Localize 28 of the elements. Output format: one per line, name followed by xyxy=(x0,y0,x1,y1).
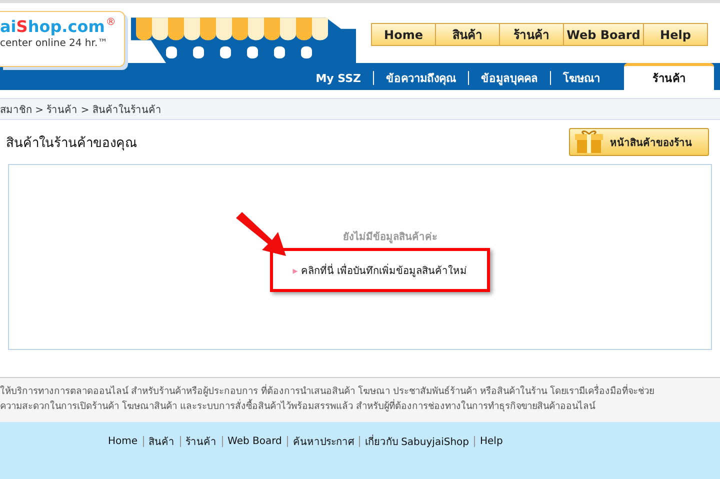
gift-box-icon xyxy=(574,130,604,154)
nav-button[interactable]: Web Board xyxy=(563,24,643,45)
footer-link[interactable]: เกี่ยวกับ SabuyjaiShop xyxy=(364,434,469,449)
nav-tab[interactable]: ข้อความถึงคุณ xyxy=(374,66,468,90)
nav-tab[interactable]: ข้อมูลบุคคล xyxy=(469,66,550,90)
page-title: สินค้าในร้านค้าของคุณ xyxy=(6,134,137,152)
nav-tab[interactable]: My SSZ xyxy=(304,66,373,90)
add-product-link[interactable]: ▸ คลิกที่นี่ เพื่อบันทึกเพิ่มข้อมูลสินค้าใหม่ xyxy=(292,262,468,278)
footer-link[interactable]: Web Board xyxy=(228,436,282,447)
footer-description: ความสะดวกในการเปิดร้านค้า โฆษณาสินค้า และระบบการสั่งซื้อสินค้าไว้พร้อมสรรพแล้ว สำหรับผู้ที่ต้องการช่องทางในการทำธุรกิจขายสินค้าออนไลน์ xyxy=(0,399,596,414)
pointer-arrow-icon xyxy=(234,212,288,258)
nav-button[interactable]: Home xyxy=(372,24,435,45)
store-page-button[interactable]: หน้าสินค้าของร้าน xyxy=(569,128,709,156)
breadcrumb: สมาชิก > ร้านค้า > สินค้าในร้านค้า xyxy=(0,103,162,116)
nav-tab[interactable]: โฆษณา xyxy=(551,66,612,90)
nav-tab[interactable]: ร้านค้า xyxy=(624,63,714,90)
logo-tagline: center online 24 hr.™ xyxy=(0,38,109,49)
footer-link[interactable]: Help xyxy=(480,436,503,447)
footer-link[interactable]: Home xyxy=(108,436,138,447)
footer-link[interactable]: ร้านค้า xyxy=(186,434,217,449)
footer-link[interactable]: ค้นหาประกาศ xyxy=(292,434,354,449)
footer-description: ให้บริการทางการตลาดออนไลน์ สำหรับร้านค้าหรือผู้ประกอบการ ที่ต้องการนำเสนอสินค้า โฆษณา ประชาสัมพันธ์ร้านค้า หรือสินค้าในร้าน โดยเรามีเครื่องมือที่จะช่วย xyxy=(0,384,655,399)
nav-button[interactable]: Help xyxy=(643,24,707,45)
footer-link[interactable]: สินค้า xyxy=(148,434,175,449)
nav-button[interactable]: สินค้า xyxy=(435,24,499,45)
site-logo[interactable]: aiShop.com® xyxy=(0,16,116,38)
empty-message: ยังไม่มีข้อมูลสินค้าค่ะ xyxy=(343,230,437,244)
nav-button[interactable]: ร้านค้า xyxy=(499,24,563,45)
